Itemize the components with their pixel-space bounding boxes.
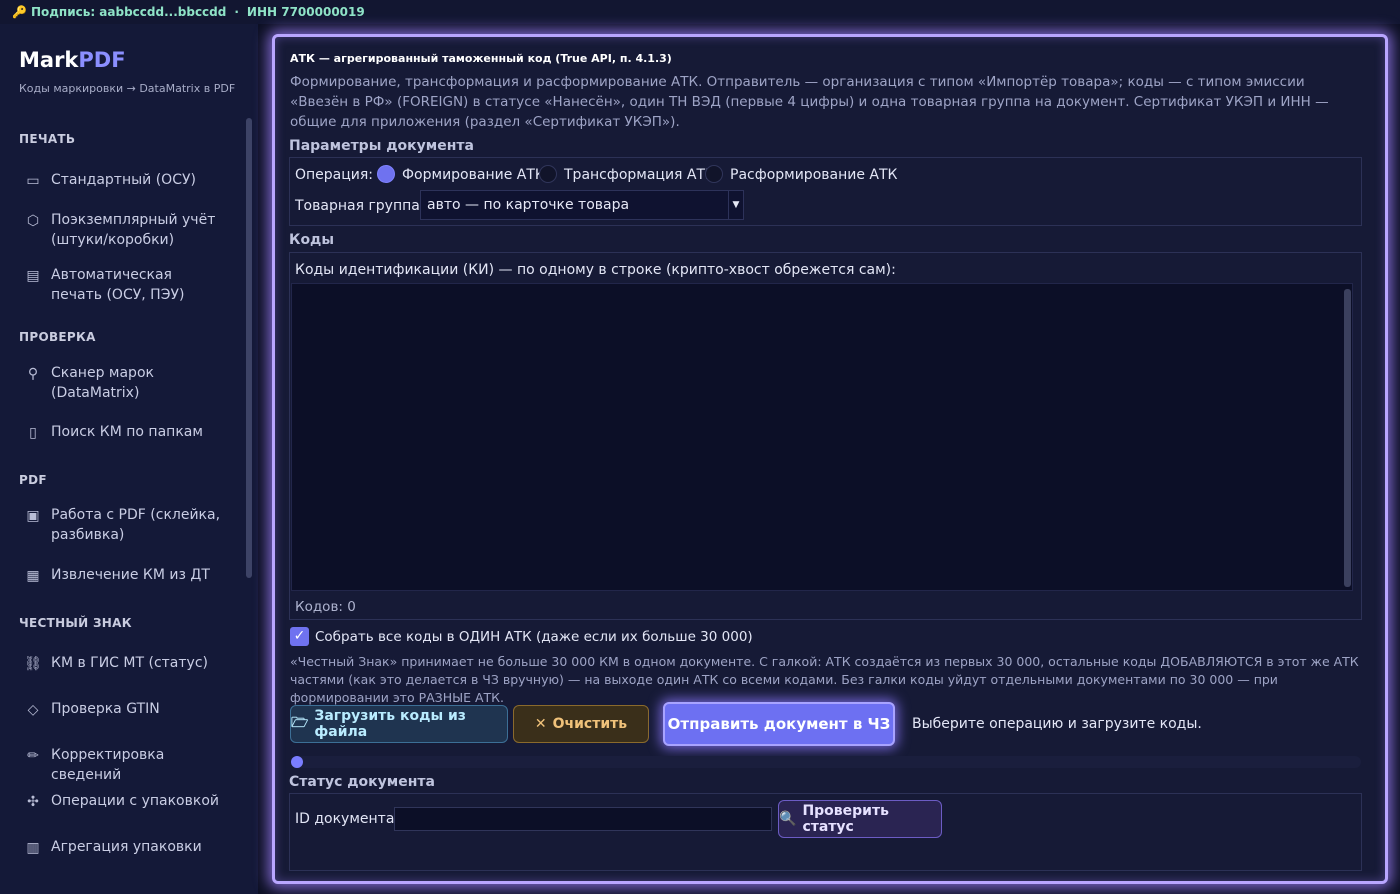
- sidebar-item-correction[interactable]: ✏ Корректировка сведений: [24, 745, 224, 785]
- radio-form-atk-label[interactable]: Формирование АТК: [402, 167, 545, 183]
- document-id-label: ID документа:: [295, 811, 400, 827]
- sidebar-item-gtin[interactable]: ◇ Проверка GTIN: [24, 699, 224, 719]
- briefcase-icon: ▣: [26, 508, 40, 524]
- sidebar-item-gis-mt[interactable]: ⛓ КМ в ГИС МТ (статус): [24, 653, 224, 673]
- codes-label: Коды идентификации (КИ) — по одному в ст…: [295, 262, 896, 278]
- radio-form-atk[interactable]: [377, 165, 395, 183]
- sidebar-item-scanner[interactable]: ⚲ Сканер марок (DataMatrix): [24, 363, 224, 403]
- radio-transform-atk[interactable]: [539, 165, 557, 183]
- sidebar-item-auto-print[interactable]: ▤ Автоматическая печать (ОСУ, ПЭУ): [24, 265, 224, 305]
- product-group-select[interactable]: авто — по карточке товара ▼: [420, 190, 744, 220]
- search-icon: 🔍: [779, 811, 797, 827]
- clear-button[interactable]: ✕ Очистить: [513, 705, 649, 743]
- link-icon: ⛓: [24, 656, 42, 672]
- sidebar-scrollbar[interactable]: [246, 118, 252, 578]
- puzzle-icon: ✣: [27, 794, 39, 810]
- section-print: ПЕЧАТЬ: [19, 132, 76, 146]
- codes-count: Кодов: 0: [295, 599, 356, 615]
- sidebar-item-package-ops[interactable]: ✣ Операции с упаковкой: [24, 791, 224, 811]
- operation-label: Операция:: [295, 167, 374, 183]
- codes-title: Коды: [289, 232, 335, 248]
- radio-disband-atk[interactable]: [705, 165, 723, 183]
- grid-icon: ▥: [26, 840, 40, 856]
- group-label: Товарная группа:: [295, 198, 425, 214]
- folder-icon: 🗁: [291, 715, 309, 731]
- radio-disband-atk-label[interactable]: Расформирование АТК: [730, 167, 897, 183]
- sidebar-item-standard[interactable]: ▭ Стандартный (ОСУ): [24, 170, 224, 190]
- section-chestny-znak: ЧЕСТНЫЙ ЗНАК: [19, 616, 132, 630]
- clipboard-icon: ▦: [26, 568, 40, 584]
- params-title: Параметры документа: [289, 138, 474, 154]
- brand-logo: MarkPDF: [19, 48, 126, 72]
- single-atk-hint: «Честный Знак» принимает не больше 30 00…: [290, 654, 1359, 705]
- sidebar-item-folder-search[interactable]: ▯ Поиск КМ по папкам: [24, 422, 224, 442]
- sidebar-item-per-unit[interactable]: ⬡ Поэкземплярный учёт (штуки/коробки): [24, 210, 224, 250]
- page-title: АТК — агрегированный таможенный код (Tru…: [290, 52, 672, 65]
- radio-transform-atk-label[interactable]: Трансформация АТК: [564, 167, 715, 183]
- tag-icon: ◇: [27, 702, 39, 718]
- brand-subtitle: Коды маркировки → DataMatrix в PDF: [19, 82, 236, 95]
- page-description: Формирование, трансформация и расформиро…: [290, 74, 1329, 130]
- sidebar-item-extract-km[interactable]: ▦ Извлечение КМ из ДТ: [24, 565, 224, 585]
- box-icon: ⬡: [26, 213, 40, 229]
- load-codes-button[interactable]: 🗁 Загрузить коды из файла: [290, 705, 508, 743]
- signature-text: Подпись: aabbccdd...bbccdd: [30, 5, 227, 19]
- magnifier-icon: ⚲: [27, 366, 39, 382]
- section-check: ПРОВЕРКА: [19, 330, 96, 344]
- send-document-button[interactable]: Отправить документ в ЧЗ: [663, 702, 895, 746]
- close-icon: ✕: [534, 716, 547, 732]
- atk-panel: АТК — агрегированный таможенный код (Tru…: [272, 34, 1388, 884]
- action-status-message: Выберите операцию и загрузите коды.: [912, 716, 1202, 732]
- calendar-icon: ▤: [26, 268, 40, 284]
- single-atk-label[interactable]: Собрать все коды в ОДИН АТК (даже если и…: [315, 629, 753, 645]
- sidebar-item-pdf-tools[interactable]: ▣ Работа с PDF (склейка, разбивка): [24, 505, 224, 545]
- pencil-icon: ✏: [27, 748, 39, 764]
- chevron-down-icon[interactable]: ▼: [728, 191, 743, 219]
- single-atk-checkbox[interactable]: ✓: [290, 627, 309, 646]
- inn-text: ИНН 7700000019: [246, 5, 365, 19]
- phone-icon: ▯: [29, 425, 37, 441]
- progress-indicator: [291, 756, 303, 768]
- check-status-button[interactable]: 🔍 Проверить статус: [778, 800, 942, 838]
- document-id-input[interactable]: [394, 807, 772, 831]
- signature-bar: 🔑 Подпись: aabbccdd...bbccdd · ИНН 77000…: [0, 0, 1400, 24]
- codes-textarea[interactable]: [291, 283, 1353, 591]
- separator: ·: [234, 5, 239, 19]
- codes-scrollbar[interactable]: [1344, 289, 1351, 587]
- sidebar: MarkPDF Коды маркировки → DataMatrix в P…: [0, 24, 258, 894]
- progress-bar: [291, 756, 1361, 768]
- key-icon: 🔑: [12, 5, 27, 19]
- document-icon: ▭: [26, 173, 40, 189]
- status-title: Статус документа: [289, 774, 435, 790]
- sidebar-item-aggregation[interactable]: ▥ Агрегация упаковки: [24, 837, 224, 857]
- section-pdf: PDF: [19, 473, 47, 487]
